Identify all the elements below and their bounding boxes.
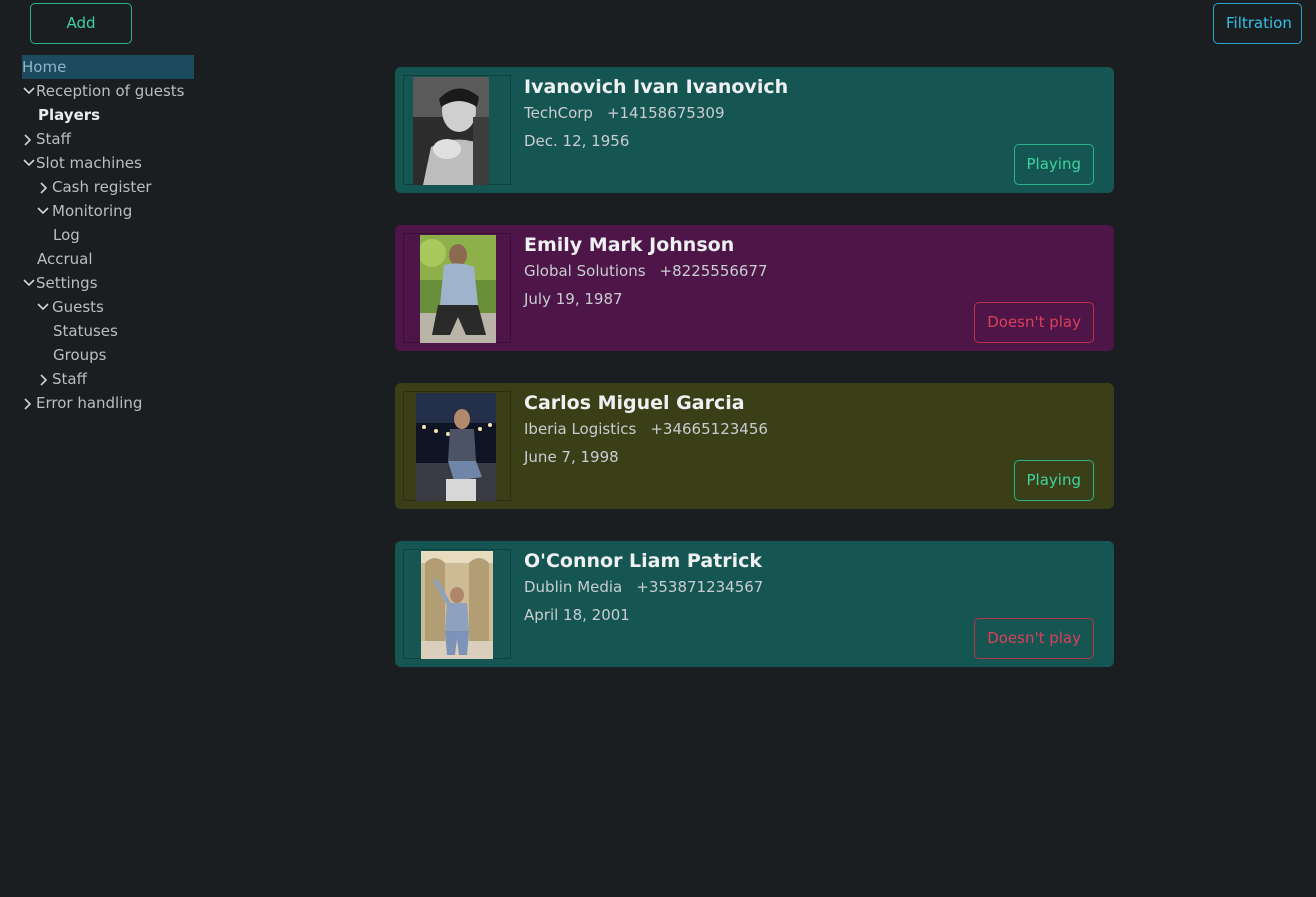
player-name: Ivanovich Ivan Ivanovich: [524, 76, 789, 98]
player-meta: Dublin Media +353871234567: [524, 578, 763, 596]
player-status-button[interactable]: Doesn't play: [974, 302, 1094, 343]
player-photo-frame: [403, 549, 511, 659]
chevron-right-icon[interactable]: [38, 367, 52, 391]
sidebar-item-label: Groups: [53, 346, 107, 364]
sidebar-item-reception-of-guests[interactable]: Reception of guests: [22, 79, 194, 103]
sidebar-item-staff[interactable]: Staff: [22, 127, 194, 151]
sidebar-item-label: Staff: [52, 370, 87, 388]
player-company: Global Solutions: [524, 262, 646, 280]
sidebar-item-label: Slot machines: [36, 154, 142, 172]
player-status-button[interactable]: Playing: [1013, 460, 1094, 501]
chevron-right-icon[interactable]: [38, 175, 52, 199]
add-player-button[interactable]: Add player: [30, 3, 132, 71]
sidebar-item-label: Reception of guests: [36, 82, 185, 100]
player-birth-date: June 7, 1998: [524, 448, 619, 466]
player-card[interactable]: Ivanovich Ivan Ivanovich TechCorp +141586…: [395, 67, 1114, 193]
player-list: Ivanovich Ivan Ivanovich TechCorp +141586…: [395, 67, 1114, 699]
sidebar-item-label: Guests: [52, 298, 104, 316]
sidebar-item-cash-register[interactable]: Cash register: [22, 175, 194, 199]
player-status-button[interactable]: Doesn't play: [974, 618, 1094, 659]
chevron-down-icon[interactable]: [36, 295, 50, 319]
player-photo: [413, 77, 489, 185]
sidebar-nav: Home Reception of guests Players Staff S…: [22, 55, 194, 415]
sidebar-item-error-handling[interactable]: Error handling: [22, 391, 194, 415]
player-meta: Iberia Logistics +34665123456: [524, 420, 768, 438]
sidebar-item-slot-machines[interactable]: Slot machines: [22, 151, 194, 175]
player-status-button[interactable]: Playing: [1013, 144, 1094, 185]
sidebar-item-label: Settings: [36, 274, 98, 292]
sidebar-item-label: Statuses: [53, 322, 118, 340]
player-phone: +353871234567: [636, 578, 764, 596]
player-card[interactable]: Emily Mark Johnson Global Solutions +8225…: [395, 225, 1114, 351]
player-company: Iberia Logistics: [524, 420, 637, 438]
player-meta: Global Solutions +8225556677: [524, 262, 768, 280]
player-name: Emily Mark Johnson: [524, 234, 735, 256]
player-photo: [416, 393, 496, 501]
sidebar-item-label: Error handling: [36, 394, 143, 412]
chevron-right-icon[interactable]: [22, 391, 36, 415]
chevron-down-icon[interactable]: [36, 199, 50, 223]
chevron-right-icon[interactable]: [22, 127, 36, 151]
sidebar-item-settings[interactable]: Settings: [22, 271, 194, 295]
sidebar-item-label: Accrual: [37, 250, 93, 268]
sidebar-item-label: Players: [38, 106, 101, 124]
sidebar-item-staff-settings[interactable]: Staff: [22, 367, 194, 391]
sidebar-item-label: Monitoring: [52, 202, 133, 220]
sidebar-item-monitoring[interactable]: Monitoring: [22, 199, 194, 223]
player-name: Carlos Miguel Garcia: [524, 392, 745, 414]
sidebar-item-groups[interactable]: Groups: [22, 343, 194, 367]
sidebar-item-statuses[interactable]: Statuses: [22, 319, 194, 343]
sidebar-item-accrual[interactable]: Accrual: [22, 247, 194, 271]
chevron-down-icon[interactable]: [22, 271, 36, 295]
sidebar-item-guests[interactable]: Guests: [22, 295, 194, 319]
filtration-button[interactable]: Filtration: [1213, 3, 1302, 44]
player-photo-frame: [403, 233, 511, 343]
player-photo: [420, 235, 496, 343]
player-name: O'Connor Liam Patrick: [524, 550, 763, 572]
sidebar-item-home[interactable]: Home: [22, 55, 194, 79]
player-phone: +8225556677: [659, 262, 768, 280]
player-company: Dublin Media: [524, 578, 623, 596]
sidebar-item-label: Staff: [36, 130, 71, 148]
top-toolbar: Add player Filtration: [0, 0, 1316, 71]
player-phone: +34665123456: [650, 420, 768, 438]
player-photo: [421, 551, 493, 659]
player-card[interactable]: Carlos Miguel Garcia Iberia Logistics +34…: [395, 383, 1114, 509]
sidebar-item-label: Home: [22, 58, 67, 76]
sidebar-item-label: Cash register: [52, 178, 152, 196]
sidebar-item-log[interactable]: Log: [22, 223, 194, 247]
player-photo-frame: [403, 75, 511, 185]
player-card[interactable]: O'Connor Liam Patrick Dublin Media +35387…: [395, 541, 1114, 667]
sidebar-item-label: Log: [53, 226, 80, 244]
player-birth-date: Dec. 12, 1956: [524, 132, 630, 150]
player-birth-date: July 19, 1987: [524, 290, 623, 308]
chevron-down-icon[interactable]: [22, 79, 36, 103]
player-company: TechCorp: [524, 104, 593, 122]
sidebar-item-players[interactable]: Players: [22, 103, 194, 127]
player-photo-frame: [403, 391, 511, 501]
player-meta: TechCorp +14158675309: [524, 104, 724, 122]
chevron-down-icon[interactable]: [22, 151, 36, 175]
player-birth-date: April 18, 2001: [524, 606, 630, 624]
player-phone: +14158675309: [606, 104, 725, 122]
